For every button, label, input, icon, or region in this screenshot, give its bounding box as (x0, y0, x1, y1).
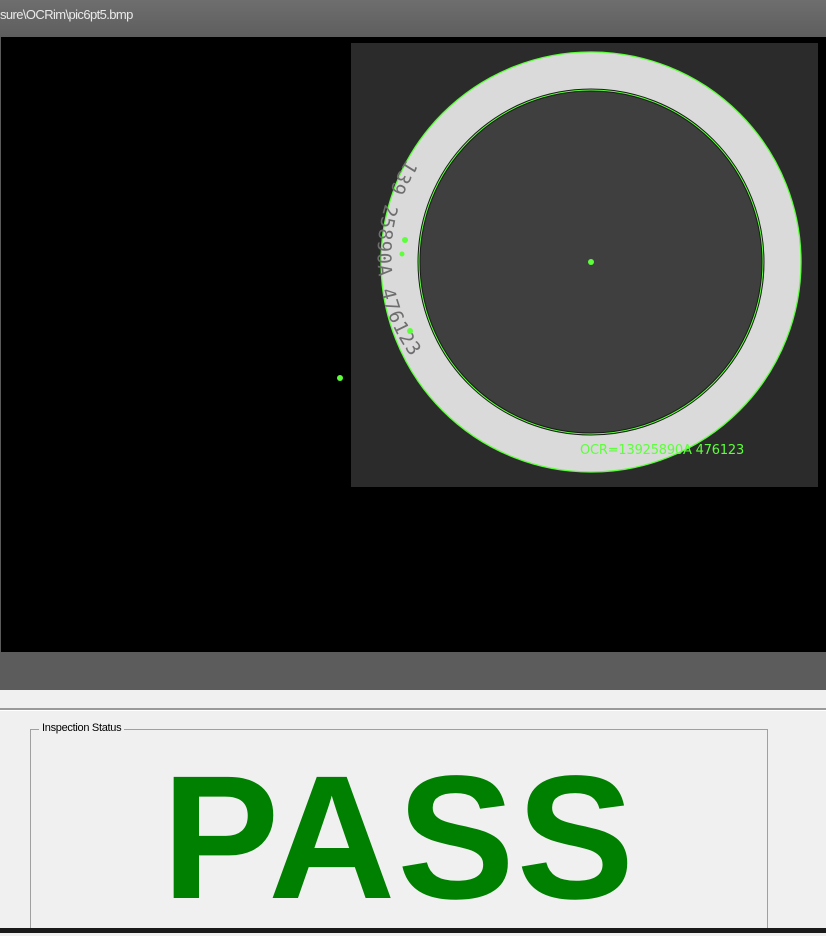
inspection-image: 139 25890A 476123 OCR=13925890A 476123 (351, 43, 818, 487)
inspection-result: PASS (161, 740, 637, 936)
inspection-overlay: 139 25890A 476123 (372, 51, 802, 473)
bottom-edge (0, 928, 826, 933)
image-viewport[interactable]: 139 25890A 476123 OCR=13925890A 476123 (1, 37, 826, 652)
image-viewer-window: sure\OCRim\pic6pt5.bmp 139 25890A 476123 (0, 0, 826, 690)
ocr-point-dot (399, 251, 405, 257)
panel-separator (0, 708, 826, 711)
title-bar: sure\OCRim\pic6pt5.bmp (0, 0, 826, 37)
ocr-point-dot (407, 328, 413, 334)
inspection-status-group: Inspection Status PASS (30, 722, 768, 936)
inspection-status-label: Inspection Status (39, 722, 125, 734)
ocr-point-dot (402, 237, 408, 243)
ocr-result-label: OCR=13925890A 476123 (580, 443, 745, 458)
viewer-bottom-strip (0, 652, 826, 690)
center-marker-dot (337, 375, 343, 381)
image-file-path: sure\OCRim\pic6pt5.bmp (0, 7, 133, 22)
ring-center-dot (588, 259, 594, 265)
